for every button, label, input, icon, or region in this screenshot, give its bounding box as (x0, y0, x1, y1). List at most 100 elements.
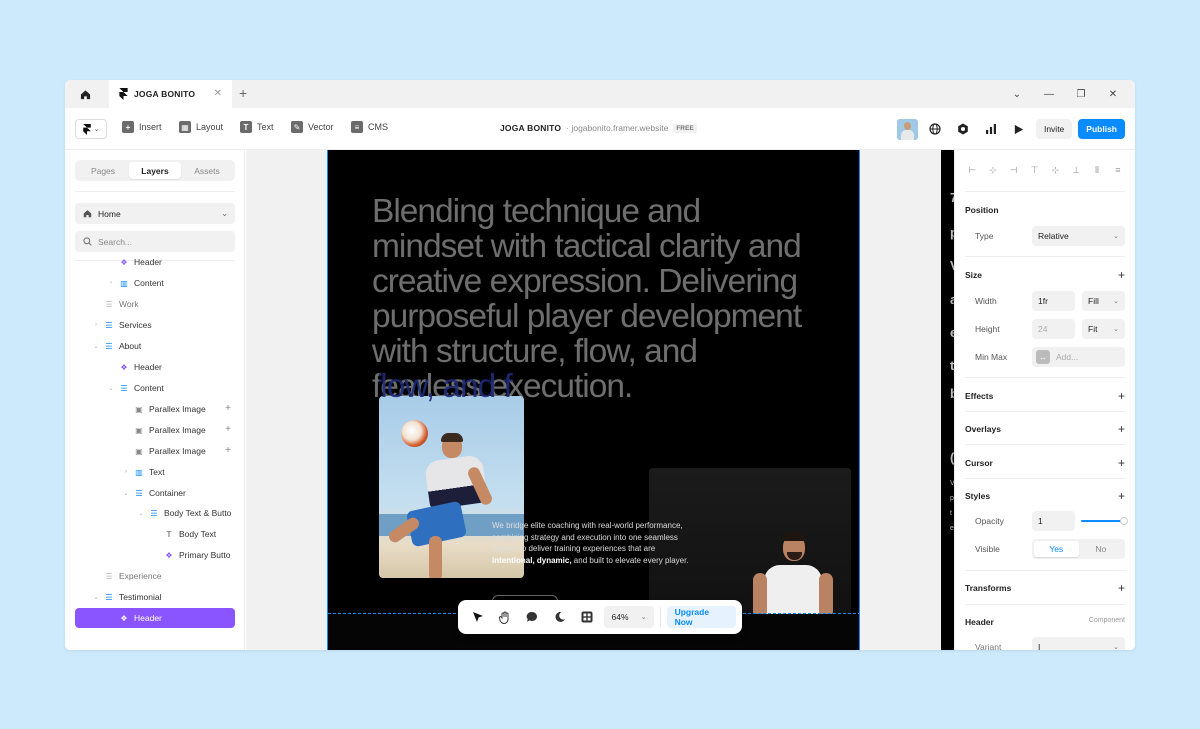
add-style-icon[interactable]: + (1118, 489, 1125, 503)
layer-item[interactable]: ☰ Work (65, 294, 244, 314)
body-text[interactable]: We bridge elite coaching with real-world… (492, 520, 692, 566)
main-menu-button[interactable]: ⌄ (75, 119, 107, 139)
add-overlay-icon[interactable]: + (1118, 422, 1125, 436)
tab-layers[interactable]: Layers (129, 162, 181, 179)
settings-icon[interactable] (952, 118, 974, 140)
add-icon[interactable]: + (225, 424, 231, 435)
upgrade-now-button[interactable]: Upgrade Now (666, 606, 736, 628)
vector-tool[interactable]: ✎ Vector (291, 121, 334, 133)
add-transform-icon[interactable]: + (1118, 581, 1125, 595)
distribute-v-icon[interactable]: ≡ (1111, 163, 1125, 177)
dark-mode-icon[interactable] (546, 605, 573, 629)
layer-item[interactable]: ▣ Parallex Image + (65, 420, 244, 440)
min-max-input[interactable]: ↔ Add... (1032, 347, 1125, 367)
avatar[interactable] (896, 118, 918, 140)
layer-item[interactable]: ▣ Parallex Image + (65, 441, 244, 461)
layer-item[interactable]: ☰ Experience (65, 566, 244, 586)
layout-tool[interactable]: ▦ Layout (179, 121, 223, 133)
visible-yes-option[interactable]: Yes (1034, 541, 1079, 557)
close-window-icon[interactable]: ✕ (1097, 89, 1129, 100)
layer-item[interactable]: ❖ Header (65, 252, 244, 272)
expand-arrow-icon[interactable]: ⌄ (107, 385, 115, 392)
align-right-icon[interactable]: ⊣ (1007, 163, 1021, 177)
align-center-h-icon[interactable]: ⊹ (986, 163, 1000, 177)
globe-icon[interactable] (924, 118, 946, 140)
hand-tool-icon[interactable] (491, 605, 518, 629)
distribute-h-icon[interactable]: ⫴ (1090, 163, 1104, 177)
expand-arrow-icon[interactable]: › (92, 322, 100, 328)
publish-button[interactable]: Publish (1078, 119, 1125, 139)
position-type-select[interactable]: Relative ⌄ (1032, 226, 1125, 246)
add-icon[interactable]: + (225, 403, 231, 414)
comment-tool-icon[interactable] (519, 605, 546, 629)
variant-select[interactable]: I ⌄ (1032, 637, 1125, 650)
zoom-select[interactable]: 64% ⌄ (604, 606, 654, 628)
select-tool-icon[interactable] (464, 605, 491, 629)
layer-item[interactable]: ❖ Header (65, 357, 244, 377)
database-icon: ≡ (351, 121, 363, 133)
width-input[interactable]: 1fr (1032, 291, 1075, 311)
layer-item[interactable]: ❖ Primary Butto (65, 545, 244, 565)
width-mode-select[interactable]: Fill ⌄ (1082, 291, 1125, 311)
slider-knob[interactable] (1120, 517, 1128, 525)
minimize-icon[interactable]: — (1033, 89, 1065, 100)
align-top-icon[interactable]: ⊤ (1028, 163, 1042, 177)
layer-item[interactable]: ❖ Header (75, 608, 235, 628)
expand-arrow-icon[interactable]: ⌄ (137, 510, 145, 517)
add-icon[interactable]: + (225, 445, 231, 456)
opacity-input[interactable]: 1 (1032, 511, 1075, 531)
cursor-section-title[interactable]: Cursor + (965, 456, 1125, 470)
layer-label: Primary Butto (179, 550, 231, 560)
peek-letter: t (950, 510, 952, 517)
project-tab[interactable]: JOGA BONITO ✕ (109, 80, 232, 108)
layers-search[interactable]: Search... (75, 231, 235, 252)
analytics-icon[interactable] (980, 118, 1002, 140)
add-size-icon[interactable]: + (1118, 268, 1125, 282)
insert-tool[interactable]: + Insert (122, 121, 162, 133)
tab-assets[interactable]: Assets (181, 162, 233, 179)
layer-item[interactable]: ⌄ ☰ Body Text & Butto (65, 503, 244, 523)
layer-item[interactable]: ▣ Parallex Image + (65, 399, 244, 419)
desktop-frame[interactable]: Blending technique and mindset with tact… (327, 150, 860, 650)
expand-arrow-icon[interactable]: ⌄ (92, 343, 100, 350)
layer-item[interactable]: ⌄ ☰ About (65, 336, 244, 356)
transforms-section-title[interactable]: Transforms + (965, 581, 1125, 595)
invite-button[interactable]: Invite (1035, 119, 1073, 139)
add-cursor-icon[interactable]: + (1118, 456, 1125, 470)
page-select[interactable]: Home ⌄ (75, 203, 235, 224)
height-mode-select[interactable]: Fit ⌄ (1082, 319, 1125, 339)
expand-arrow-icon[interactable]: ⌄ (122, 490, 130, 497)
layer-item[interactable]: › ▥ Content (65, 273, 244, 293)
canvas[interactable]: Blending technique and mindset with tact… (246, 150, 954, 650)
overlays-section-title[interactable]: Overlays + (965, 422, 1125, 436)
align-bottom-icon[interactable]: ⊥ (1069, 163, 1083, 177)
expand-arrow-icon[interactable]: › (107, 280, 115, 286)
layer-item[interactable]: ⌄ ☰ Container (65, 483, 244, 503)
text-tool[interactable]: T Text (240, 121, 274, 133)
chevron-down-icon[interactable]: ⌄ (1001, 89, 1033, 100)
secondary-frame-peek[interactable]: 7pVaetb(Vpte (941, 150, 954, 650)
site-title[interactable]: JOGA BONITO · jogabonito.framer.website … (500, 123, 697, 133)
visible-no-option[interactable]: No (1079, 541, 1124, 557)
tab-pages[interactable]: Pages (77, 162, 129, 179)
add-effect-icon[interactable]: + (1118, 389, 1125, 403)
layer-item[interactable]: T Body Text (65, 524, 244, 544)
effects-section-title[interactable]: Effects + (965, 389, 1125, 403)
play-icon[interactable] (1008, 118, 1030, 140)
layer-item[interactable]: ⌄ ☰ Content (65, 378, 244, 398)
new-tab-button[interactable]: + (239, 86, 247, 100)
align-center-v-icon[interactable]: ⊹ (1048, 163, 1062, 177)
home-tab[interactable] (65, 80, 105, 108)
expand-arrow-icon[interactable]: ⌄ (92, 594, 100, 601)
height-input[interactable]: 24 (1032, 319, 1075, 339)
expand-arrow-icon[interactable]: › (122, 469, 130, 475)
restore-icon[interactable]: ❐ (1065, 89, 1097, 100)
layer-item[interactable]: › ▥ Text (65, 462, 244, 482)
layer-item[interactable]: ⌄ ☰ Testimonial (65, 587, 244, 607)
grid-icon[interactable] (573, 605, 600, 629)
layer-item[interactable]: › ☰ Services (65, 315, 244, 335)
align-left-icon[interactable]: ⊢ (965, 163, 979, 177)
cms-tool[interactable]: ≡ CMS (351, 121, 388, 133)
close-tab-icon[interactable]: ✕ (214, 88, 222, 99)
opacity-slider[interactable] (1081, 517, 1128, 525)
